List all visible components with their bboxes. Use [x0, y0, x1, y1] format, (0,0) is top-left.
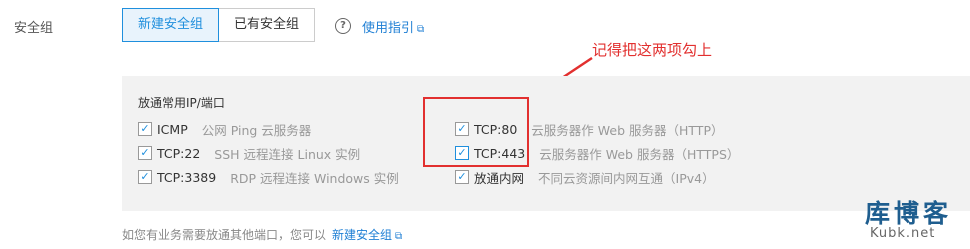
rule-name: TCP:3389	[157, 169, 217, 185]
security-group-mode-selector: 新建安全组 已有安全组	[122, 8, 316, 42]
usage-guide-label: 使用指引	[362, 21, 415, 36]
new-security-group-link[interactable]: 新建安全组 ⧉	[332, 228, 402, 242]
external-link-icon: ⧉	[395, 231, 403, 242]
rule-intranet[interactable]: ✓ 放通内网 不同云资源间内网互通（IPv4）	[455, 169, 715, 186]
rule-description: 云服务器作 Web 服务器（HTTPS）	[539, 146, 740, 162]
panel-title: 放通常用IP/端口	[138, 96, 225, 110]
security-group-label: 安全组	[14, 21, 54, 36]
rule-description: 公网 Ping 云服务器	[201, 122, 312, 138]
watermark-logo: 库博客	[865, 199, 953, 228]
tab-new-security-group[interactable]: 新建安全组	[122, 8, 220, 42]
usage-guide-link[interactable]: 使用指引 ⧉	[362, 17, 424, 36]
rule-description: 不同云资源间内网互通（IPv4）	[538, 170, 715, 186]
rule-icmp[interactable]: ✓ ICMP 公网 Ping 云服务器	[138, 121, 312, 138]
new-security-group-link-label: 新建安全组	[332, 228, 393, 242]
checkbox-checked-icon[interactable]: ✓	[138, 122, 152, 136]
rule-name: TCP:22	[157, 145, 201, 161]
rule-description: RDP 远程连接 Windows 实例	[230, 170, 399, 186]
highlight-box	[423, 97, 529, 167]
checkbox-checked-icon[interactable]: ✓	[138, 146, 152, 160]
watermark-domain: Kubk.net	[870, 226, 936, 241]
footer-hint: 如您有业务需要放通其他端口，您可以 新建安全组 ⧉	[122, 226, 402, 243]
question-circle-icon[interactable]: ?	[335, 18, 351, 34]
rule-name: 放通内网	[474, 170, 525, 186]
annotation-note: 记得把这两项勾上	[592, 41, 713, 59]
external-link-icon: ⧉	[417, 24, 425, 35]
checkbox-checked-icon[interactable]: ✓	[138, 170, 152, 184]
rule-description: 云服务器作 Web 服务器（HTTP）	[531, 122, 724, 138]
rule-description: SSH 远程连接 Linux 实例	[214, 146, 361, 162]
tab-existing-security-group[interactable]: 已有安全组	[219, 8, 316, 42]
checkbox-checked-icon[interactable]: ✓	[455, 170, 469, 184]
rule-tcp-22[interactable]: ✓ TCP:22 SSH 远程连接 Linux 实例	[138, 145, 361, 162]
footer-text: 如您有业务需要放通其他端口，您可以	[122, 228, 327, 242]
rule-tcp-3389[interactable]: ✓ TCP:3389 RDP 远程连接 Windows 实例	[138, 169, 399, 186]
rule-name: ICMP	[157, 121, 188, 137]
